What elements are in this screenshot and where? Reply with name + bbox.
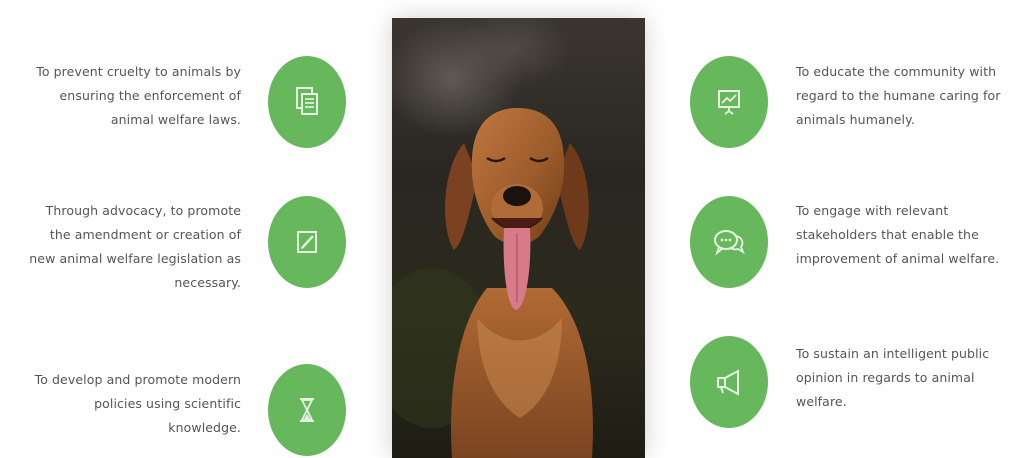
goal-line: welfare. <box>796 394 847 409</box>
goal-line: necessary. <box>174 275 241 290</box>
goal-text-educate: To educate the community with regard to … <box>796 60 1001 132</box>
goal-line: improvement of animal welfare. <box>796 251 1000 266</box>
goal-icon-circle-prevent-cruelty <box>268 56 346 148</box>
goal-icon-circle-educate <box>690 56 768 148</box>
goal-line: Through advocacy, to promote <box>45 203 241 218</box>
chat-bubbles-icon <box>714 230 745 256</box>
goal-text-policies: To develop and promote modern policies u… <box>35 368 241 440</box>
goal-line: knowledge. <box>168 420 241 435</box>
goal-icon-circle-policies <box>268 364 346 456</box>
goal-text-opinion: To sustain an intelligent public opinion… <box>796 342 989 414</box>
goal-line: stakeholders that enable the <box>796 227 979 242</box>
documents-icon <box>296 87 318 115</box>
goal-text-advocacy: Through advocacy, to promote the amendme… <box>29 199 241 295</box>
dog-photo <box>392 18 645 458</box>
goal-line: ensuring the enforcement of <box>59 88 241 103</box>
presentation-board-icon <box>718 90 740 115</box>
goal-text-engage: To engage with relevant stakeholders tha… <box>796 199 999 271</box>
goal-line: policies using scientific <box>94 396 241 411</box>
hourglass-icon <box>300 398 314 422</box>
goal-line: To educate the community with <box>796 64 997 79</box>
goal-text-prevent-cruelty: To prevent cruelty to animals by ensurin… <box>36 60 241 132</box>
goal-icon-circle-engage <box>690 196 768 288</box>
goal-line: To sustain an intelligent public <box>796 346 990 361</box>
goal-line: animals humanely. <box>796 112 915 127</box>
dog-illustration <box>392 18 645 458</box>
goal-line: regard to the humane caring for <box>796 88 1001 103</box>
pencil-note-icon <box>297 231 317 253</box>
megaphone-icon <box>717 369 739 396</box>
goal-line: To prevent cruelty to animals by <box>36 64 241 79</box>
goal-line: the amendment or creation of <box>49 227 241 242</box>
goal-line: To engage with relevant <box>796 203 949 218</box>
goal-icon-circle-opinion <box>690 336 768 428</box>
goal-line: To develop and promote modern <box>34 372 241 387</box>
goal-line: new animal welfare legislation as <box>29 251 241 266</box>
goal-line: animal welfare laws. <box>110 112 241 127</box>
goal-line: opinion in regards to animal <box>796 370 975 385</box>
goal-icon-circle-advocacy <box>268 196 346 288</box>
